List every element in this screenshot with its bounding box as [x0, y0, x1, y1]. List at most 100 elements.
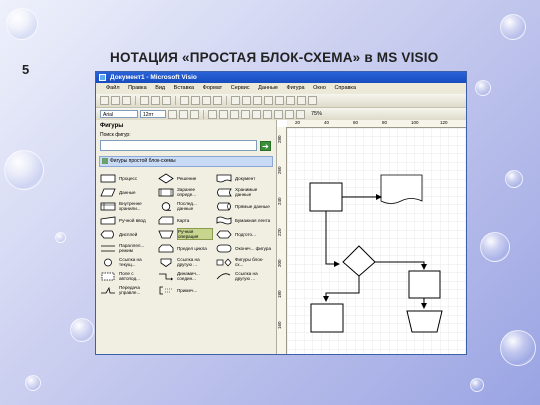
stencil-shape[interactable]: Внутренне хранили... — [99, 199, 155, 213]
decor-bubble — [505, 170, 523, 188]
zoom-level[interactable]: 75% — [311, 111, 322, 117]
save-icon[interactable] — [122, 96, 131, 105]
font-color-icon[interactable] — [241, 109, 250, 119]
menu-item[interactable]: Данные — [258, 85, 278, 91]
stencil-shapes: Процесс Решение Документ Данные Заранее опре… — [96, 167, 276, 301]
font-size-select[interactable]: 12пт — [140, 110, 166, 118]
stencil-shape[interactable]: Прямые данные — [215, 199, 271, 213]
decor-bubble — [55, 232, 66, 243]
redo-icon[interactable] — [242, 96, 251, 105]
direct-data-icon — [217, 202, 231, 210]
new-icon[interactable] — [100, 96, 109, 105]
spelling-icon[interactable] — [162, 96, 171, 105]
stencil-shape-label: Дисплей — [119, 231, 138, 237]
ruler-tick-label: 20 — [295, 120, 301, 125]
align-left-icon[interactable] — [208, 109, 217, 119]
stencil-shape[interactable]: Карта — [157, 213, 213, 227]
menu-item[interactable]: Файл — [106, 85, 120, 91]
toolbar-separator — [203, 109, 204, 119]
bold-icon[interactable] — [168, 109, 177, 119]
stencil-shape[interactable]: Послед... данные — [157, 199, 213, 213]
stencil-shape[interactable]: Параллел... режим — [99, 241, 155, 255]
stencil-shape[interactable]: Ручной ввод — [99, 213, 155, 227]
preview-icon[interactable] — [151, 96, 160, 105]
predefined-icon — [158, 188, 174, 196]
open-icon[interactable] — [111, 96, 120, 105]
stencil-shape[interactable]: Примеч... — [157, 283, 213, 297]
stencil-shape[interactable]: Ссылка на другую ... — [157, 255, 213, 269]
stencil-shape[interactable]: Дисплей — [99, 227, 155, 241]
underline-icon[interactable] — [190, 109, 199, 119]
stencil-shape[interactable]: Бумажная лента — [215, 213, 271, 227]
paste-icon[interactable] — [202, 96, 211, 105]
menu-bar: Файл Правка Вид Вставка Формат Сервис Да… — [96, 83, 466, 94]
stencil-shape[interactable]: Предел цикла — [157, 241, 213, 255]
decor-bubble — [25, 375, 41, 391]
stencil-shape-label: Хранимые данные — [235, 187, 258, 197]
stencil-shape[interactable]: Динамич... соедин... — [157, 269, 213, 283]
search-input[interactable] — [100, 140, 257, 151]
stencil-shape[interactable]: Поле с автопод... — [99, 269, 155, 283]
stencil-shape[interactable]: Процесс — [99, 171, 155, 185]
stencil-shape[interactable]: Решение — [157, 171, 213, 185]
menu-item[interactable]: Формат — [203, 85, 223, 91]
shapes-pane: Фигуры Поиск фигур: ➔ Фигуры простой бло… — [96, 120, 277, 354]
vertical-ruler: 280 260 240 220 200 180 160 — [277, 127, 287, 354]
line-color-icon[interactable] — [252, 109, 261, 119]
fill-color-icon[interactable] — [263, 109, 272, 119]
stencil-shape[interactable]: Заранее опреде... — [157, 185, 213, 199]
menu-item[interactable]: Справка — [334, 85, 356, 91]
menu-item[interactable]: Вставка — [174, 85, 194, 91]
manual-operation-shape[interactable] — [406, 310, 443, 333]
document-shape[interactable] — [380, 174, 423, 204]
stencil-shape[interactable]: Фигуры блок-сх... — [215, 255, 271, 269]
menu-item[interactable]: Сервис — [231, 85, 250, 91]
align-right-icon[interactable] — [230, 109, 239, 119]
cut-icon[interactable] — [180, 96, 189, 105]
stencil-shape[interactable]: Хранимые данные — [215, 185, 271, 199]
menu-item[interactable]: Окно — [313, 85, 326, 91]
menu-item[interactable]: Фигура — [287, 85, 305, 91]
process-shape[interactable] — [310, 303, 344, 333]
stencil-shape[interactable]: Подгото... — [215, 227, 271, 241]
italic-icon[interactable] — [179, 109, 188, 119]
format-painter-icon[interactable] — [213, 96, 222, 105]
help-icon[interactable] — [308, 96, 317, 105]
window-titlebar[interactable]: Документ1 - Microsoft Visio — [96, 72, 466, 83]
menu-item[interactable]: Правка — [128, 85, 147, 91]
stencil-shape[interactable]: Ссылка на текущ... — [99, 255, 155, 269]
drawing-page[interactable] — [287, 128, 466, 354]
internal-storage-icon — [100, 202, 116, 210]
font-select[interactable]: Arial — [100, 110, 138, 118]
stencil-shape-label: Данные — [119, 189, 136, 195]
display-icon — [100, 230, 114, 238]
search-go-icon[interactable]: ➔ — [260, 140, 271, 151]
stencil-shape[interactable]: Ручная операция — [157, 227, 213, 241]
undo-icon[interactable] — [231, 96, 240, 105]
diagram-canvas[interactable] — [287, 128, 466, 354]
pointer-tool-icon[interactable] — [253, 96, 262, 105]
copy-icon[interactable] — [191, 96, 200, 105]
terminator-icon — [216, 244, 232, 252]
align-center-icon[interactable] — [219, 109, 228, 119]
menu-item[interactable]: Вид — [155, 85, 165, 91]
text-tool-icon[interactable] — [275, 96, 284, 105]
stencil-shape[interactable]: Документ — [215, 171, 271, 185]
stencil-header[interactable]: Фигуры простой блок-схемы — [99, 156, 273, 167]
stencil-shape-label: Ссылка на текущ... — [119, 257, 142, 267]
stencil-shape[interactable]: Ссылка на другую ... — [215, 269, 271, 283]
shapes-icon[interactable] — [286, 96, 295, 105]
process-shape[interactable] — [408, 270, 441, 299]
line-ends-icon[interactable] — [296, 109, 305, 119]
stencil-shape[interactable]: Данные — [99, 185, 155, 199]
drawing-area[interactable]: 20 40 60 80 100 120 280 260 240 220 200 180 160 — [277, 120, 466, 354]
zoom-icon[interactable] — [297, 96, 306, 105]
stencil-shape[interactable]: Оконеч... фигура — [215, 241, 271, 255]
stencil-shape[interactable]: Передача управле... — [99, 283, 155, 297]
line-weight-icon[interactable] — [274, 109, 283, 119]
process-shape[interactable] — [309, 182, 343, 212]
print-icon[interactable] — [140, 96, 149, 105]
line-pattern-icon[interactable] — [285, 109, 294, 119]
connector-tool-icon[interactable] — [264, 96, 273, 105]
slide-number: 5 — [22, 62, 30, 77]
